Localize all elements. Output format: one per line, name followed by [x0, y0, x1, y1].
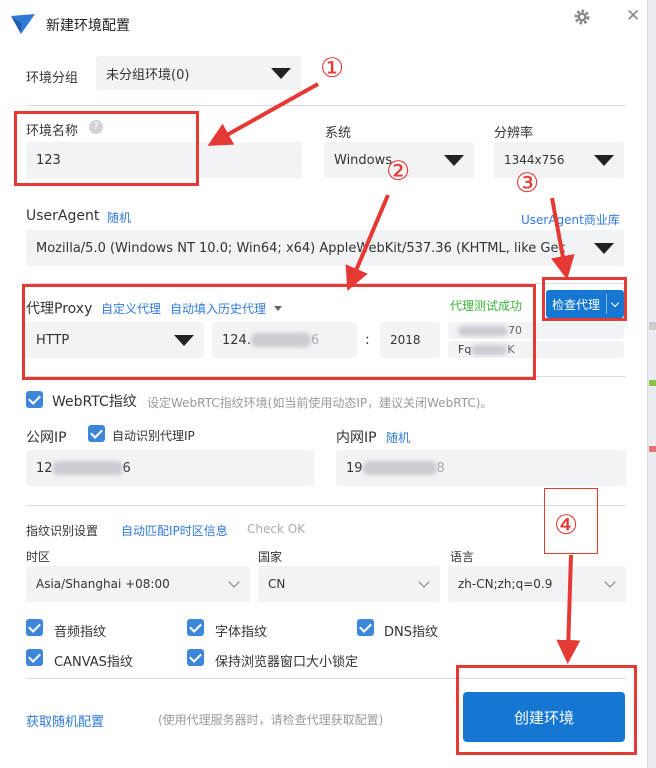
annotation-number-4: ④ [554, 510, 579, 541]
annotation-number-3: ③ [515, 168, 540, 199]
annotation-arrows [207, 82, 581, 664]
annotation-arrow-4 [556, 554, 581, 664]
annotation-number-1: ① [320, 53, 345, 84]
annotation-arrow-1 [207, 82, 319, 146]
annotation-number-2: ② [386, 156, 411, 187]
annotation-arrow-2 [345, 194, 390, 292]
annotation-arrow-3 [550, 197, 575, 280]
